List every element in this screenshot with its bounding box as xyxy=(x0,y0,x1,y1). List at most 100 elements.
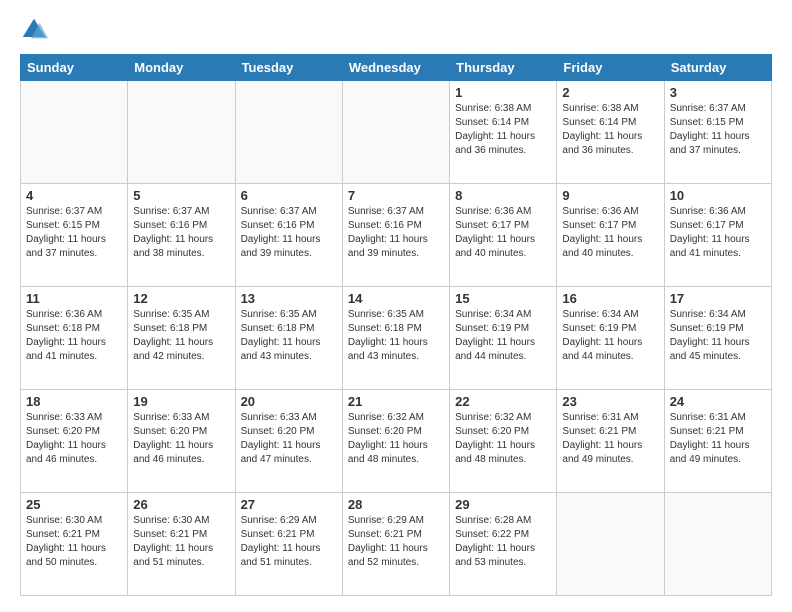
day-number: 13 xyxy=(241,291,337,306)
day-info: Sunrise: 6:35 AM Sunset: 6:18 PM Dayligh… xyxy=(241,308,337,364)
calendar-cell: 2 Sunrise: 6:38 AM Sunset: 6:14 PM Daylig… xyxy=(557,81,664,184)
day-number: 1 xyxy=(455,85,551,100)
day-info: Sunrise: 6:35 AM Sunset: 6:18 PM Dayligh… xyxy=(133,308,229,364)
day-number: 17 xyxy=(670,291,766,306)
day-number: 9 xyxy=(562,188,658,203)
calendar-cell: 17 Sunrise: 6:34 AM Sunset: 6:19 PM Dayli… xyxy=(664,287,771,390)
day-info: Sunrise: 6:34 AM Sunset: 6:19 PM Dayligh… xyxy=(562,308,658,364)
day-info: Sunrise: 6:30 AM Sunset: 6:21 PM Dayligh… xyxy=(133,514,229,570)
day-number: 27 xyxy=(241,497,337,512)
calendar-cell: 29 Sunrise: 6:28 AM Sunset: 6:22 PM Dayli… xyxy=(450,493,557,596)
day-number: 11 xyxy=(26,291,122,306)
logo xyxy=(20,16,52,44)
day-info: Sunrise: 6:29 AM Sunset: 6:21 PM Dayligh… xyxy=(348,514,444,570)
day-number: 10 xyxy=(670,188,766,203)
day-number: 28 xyxy=(348,497,444,512)
day-info: Sunrise: 6:36 AM Sunset: 6:17 PM Dayligh… xyxy=(670,205,766,261)
day-number: 8 xyxy=(455,188,551,203)
day-number: 29 xyxy=(455,497,551,512)
weekday-header-wednesday: Wednesday xyxy=(342,55,449,81)
week-row-4: 25 Sunrise: 6:30 AM Sunset: 6:21 PM Dayli… xyxy=(21,493,772,596)
day-number: 19 xyxy=(133,394,229,409)
calendar-cell: 4 Sunrise: 6:37 AM Sunset: 6:15 PM Daylig… xyxy=(21,184,128,287)
week-row-2: 11 Sunrise: 6:36 AM Sunset: 6:18 PM Dayli… xyxy=(21,287,772,390)
day-info: Sunrise: 6:31 AM Sunset: 6:21 PM Dayligh… xyxy=(562,411,658,467)
calendar-cell: 3 Sunrise: 6:37 AM Sunset: 6:15 PM Daylig… xyxy=(664,81,771,184)
calendar-table: SundayMondayTuesdayWednesdayThursdayFrid… xyxy=(20,54,772,596)
weekday-header-sunday: Sunday xyxy=(21,55,128,81)
calendar-cell xyxy=(557,493,664,596)
day-number: 24 xyxy=(670,394,766,409)
day-info: Sunrise: 6:33 AM Sunset: 6:20 PM Dayligh… xyxy=(241,411,337,467)
day-info: Sunrise: 6:30 AM Sunset: 6:21 PM Dayligh… xyxy=(26,514,122,570)
day-number: 22 xyxy=(455,394,551,409)
day-number: 20 xyxy=(241,394,337,409)
calendar-cell: 9 Sunrise: 6:36 AM Sunset: 6:17 PM Daylig… xyxy=(557,184,664,287)
calendar-cell: 14 Sunrise: 6:35 AM Sunset: 6:18 PM Dayli… xyxy=(342,287,449,390)
day-info: Sunrise: 6:29 AM Sunset: 6:21 PM Dayligh… xyxy=(241,514,337,570)
day-info: Sunrise: 6:32 AM Sunset: 6:20 PM Dayligh… xyxy=(348,411,444,467)
calendar-cell xyxy=(342,81,449,184)
calendar-cell: 12Sunrise: 6:35 AM Sunset: 6:18 PM Dayli… xyxy=(128,287,235,390)
logo-icon xyxy=(20,16,48,44)
calendar-cell: 24Sunrise: 6:31 AM Sunset: 6:21 PM Dayli… xyxy=(664,390,771,493)
header xyxy=(20,16,772,44)
day-number: 25 xyxy=(26,497,122,512)
day-info: Sunrise: 6:38 AM Sunset: 6:14 PM Dayligh… xyxy=(562,102,658,158)
calendar-cell: 22 Sunrise: 6:32 AM Sunset: 6:20 PM Dayli… xyxy=(450,390,557,493)
calendar-cell: 6 Sunrise: 6:37 AM Sunset: 6:16 PM Daylig… xyxy=(235,184,342,287)
calendar-cell xyxy=(235,81,342,184)
weekday-header-saturday: Saturday xyxy=(664,55,771,81)
calendar-cell: 5Sunrise: 6:37 AM Sunset: 6:16 PM Daylig… xyxy=(128,184,235,287)
day-info: Sunrise: 6:36 AM Sunset: 6:18 PM Dayligh… xyxy=(26,308,122,364)
calendar-cell: 16 Sunrise: 6:34 AM Sunset: 6:19 PM Dayli… xyxy=(557,287,664,390)
day-info: Sunrise: 6:35 AM Sunset: 6:18 PM Dayligh… xyxy=(348,308,444,364)
day-info: Sunrise: 6:37 AM Sunset: 6:16 PM Dayligh… xyxy=(348,205,444,261)
day-number: 4 xyxy=(26,188,122,203)
day-number: 16 xyxy=(562,291,658,306)
calendar-cell: 21 Sunrise: 6:32 AM Sunset: 6:20 PM Dayli… xyxy=(342,390,449,493)
day-number: 26 xyxy=(133,497,229,512)
day-info: Sunrise: 6:28 AM Sunset: 6:22 PM Dayligh… xyxy=(455,514,551,570)
day-info: Sunrise: 6:37 AM Sunset: 6:15 PM Dayligh… xyxy=(26,205,122,261)
weekday-header-thursday: Thursday xyxy=(450,55,557,81)
calendar-cell: 7 Sunrise: 6:37 AM Sunset: 6:16 PM Daylig… xyxy=(342,184,449,287)
calendar-cell: 15 Sunrise: 6:34 AM Sunset: 6:19 PM Dayli… xyxy=(450,287,557,390)
calendar-cell: 19 Sunrise: 6:33 AM Sunset: 6:20 PM Dayli… xyxy=(128,390,235,493)
week-row-0: 1 Sunrise: 6:38 AM Sunset: 6:14 PM Daylig… xyxy=(21,81,772,184)
day-info: Sunrise: 6:36 AM Sunset: 6:17 PM Dayligh… xyxy=(455,205,551,261)
day-info: Sunrise: 6:32 AM Sunset: 6:20 PM Dayligh… xyxy=(455,411,551,467)
day-number: 15 xyxy=(455,291,551,306)
calendar-cell xyxy=(128,81,235,184)
day-number: 6 xyxy=(241,188,337,203)
calendar-cell: 13 Sunrise: 6:35 AM Sunset: 6:18 PM Dayli… xyxy=(235,287,342,390)
day-info: Sunrise: 6:38 AM Sunset: 6:14 PM Dayligh… xyxy=(455,102,551,158)
calendar-cell: 10 Sunrise: 6:36 AM Sunset: 6:17 PM Dayli… xyxy=(664,184,771,287)
day-info: Sunrise: 6:37 AM Sunset: 6:16 PM Dayligh… xyxy=(241,205,337,261)
calendar-cell: 1 Sunrise: 6:38 AM Sunset: 6:14 PM Daylig… xyxy=(450,81,557,184)
weekday-header-tuesday: Tuesday xyxy=(235,55,342,81)
day-info: Sunrise: 6:34 AM Sunset: 6:19 PM Dayligh… xyxy=(455,308,551,364)
weekday-header-friday: Friday xyxy=(557,55,664,81)
day-number: 7 xyxy=(348,188,444,203)
day-info: Sunrise: 6:33 AM Sunset: 6:20 PM Dayligh… xyxy=(133,411,229,467)
day-info: Sunrise: 6:34 AM Sunset: 6:19 PM Dayligh… xyxy=(670,308,766,364)
day-number: 18 xyxy=(26,394,122,409)
day-number: 21 xyxy=(348,394,444,409)
calendar-cell: 8 Sunrise: 6:36 AM Sunset: 6:17 PM Daylig… xyxy=(450,184,557,287)
day-info: Sunrise: 6:37 AM Sunset: 6:16 PM Dayligh… xyxy=(133,205,229,261)
calendar-cell xyxy=(21,81,128,184)
day-number: 23 xyxy=(562,394,658,409)
day-number: 3 xyxy=(670,85,766,100)
day-info: Sunrise: 6:33 AM Sunset: 6:20 PM Dayligh… xyxy=(26,411,122,467)
calendar-cell: 23 Sunrise: 6:31 AM Sunset: 6:21 PM Dayli… xyxy=(557,390,664,493)
weekday-header-monday: Monday xyxy=(128,55,235,81)
day-info: Sunrise: 6:36 AM Sunset: 6:17 PM Dayligh… xyxy=(562,205,658,261)
week-row-1: 4 Sunrise: 6:37 AM Sunset: 6:15 PM Daylig… xyxy=(21,184,772,287)
weekday-header-row: SundayMondayTuesdayWednesdayThursdayFrid… xyxy=(21,55,772,81)
calendar-cell xyxy=(664,493,771,596)
day-number: 2 xyxy=(562,85,658,100)
day-number: 14 xyxy=(348,291,444,306)
day-info: Sunrise: 6:37 AM Sunset: 6:15 PM Dayligh… xyxy=(670,102,766,158)
calendar-cell: 25 Sunrise: 6:30 AM Sunset: 6:21 PM Dayli… xyxy=(21,493,128,596)
